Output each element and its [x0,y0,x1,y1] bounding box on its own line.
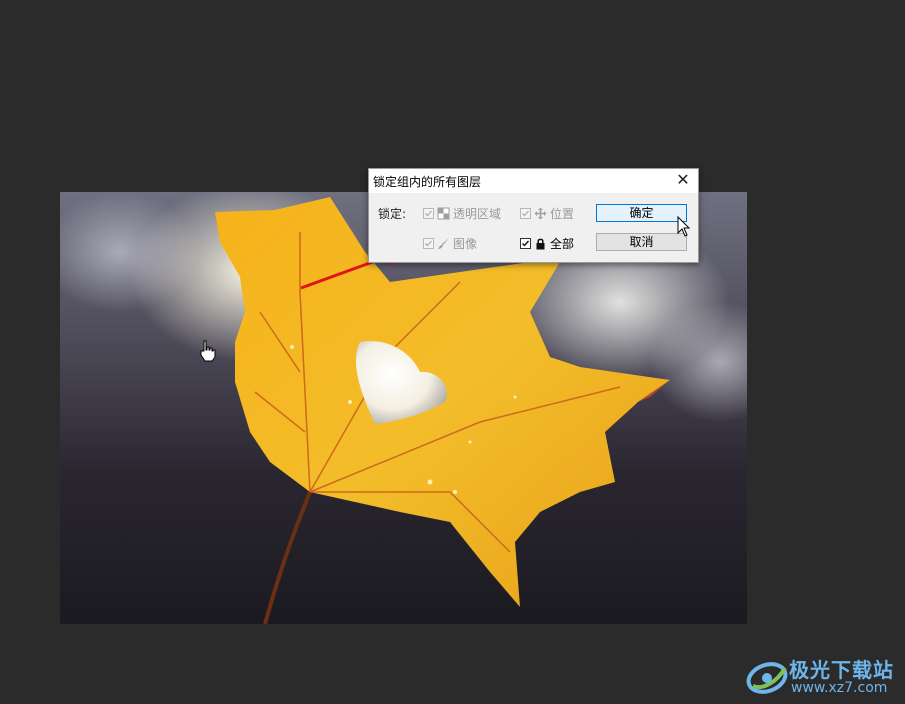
arrow-cursor-icon [677,216,691,237]
hand-cursor-icon [200,340,216,362]
lock-position-option[interactable]: 位置 [520,205,574,222]
lock-image-option[interactable]: 图像 [423,235,477,252]
lock-transparent-option[interactable]: 透明区域 [423,205,501,222]
lock-image-checkbox[interactable] [423,238,434,249]
dialog-title: 锁定组内的所有图层 [373,175,482,189]
site-watermark: 极光下载站 www.xz7.com [745,652,905,704]
watermark-url: www.xz7.com [791,680,888,696]
move-icon [534,207,547,220]
ok-button[interactable]: 确定 [596,204,687,222]
lock-icon [536,238,545,250]
lock-position-label: 位置 [550,207,575,221]
close-button[interactable]: ✕ [674,171,692,189]
dialog-titlebar[interactable]: 锁定组内的所有图层 ✕ [369,169,698,193]
lock-transparent-checkbox[interactable] [423,208,434,219]
lock-transparent-label: 透明区域 [453,207,502,221]
lock-label: 锁定: [378,207,407,221]
checkerboard-icon [437,207,450,220]
brush-icon [438,238,449,249]
cancel-button[interactable]: 取消 [596,233,687,251]
watermark-logo-icon [746,662,788,694]
canvas-workspace[interactable]: 锁定组内的所有图层 ✕ 锁定: 透明区域 位置 图像 全部 确定 取消 极光下载… [0,0,905,704]
lock-image-label: 图像 [453,237,478,251]
lock-all-option[interactable]: 全部 [520,235,574,252]
lock-all-label: 全部 [550,237,575,251]
lock-layers-dialog: 锁定组内的所有图层 ✕ 锁定: 透明区域 位置 图像 全部 确定 取消 [368,168,699,263]
watermark-name: 极光下载站 [789,658,894,682]
lock-all-checkbox[interactable] [520,238,531,249]
lock-position-checkbox[interactable] [520,208,531,219]
